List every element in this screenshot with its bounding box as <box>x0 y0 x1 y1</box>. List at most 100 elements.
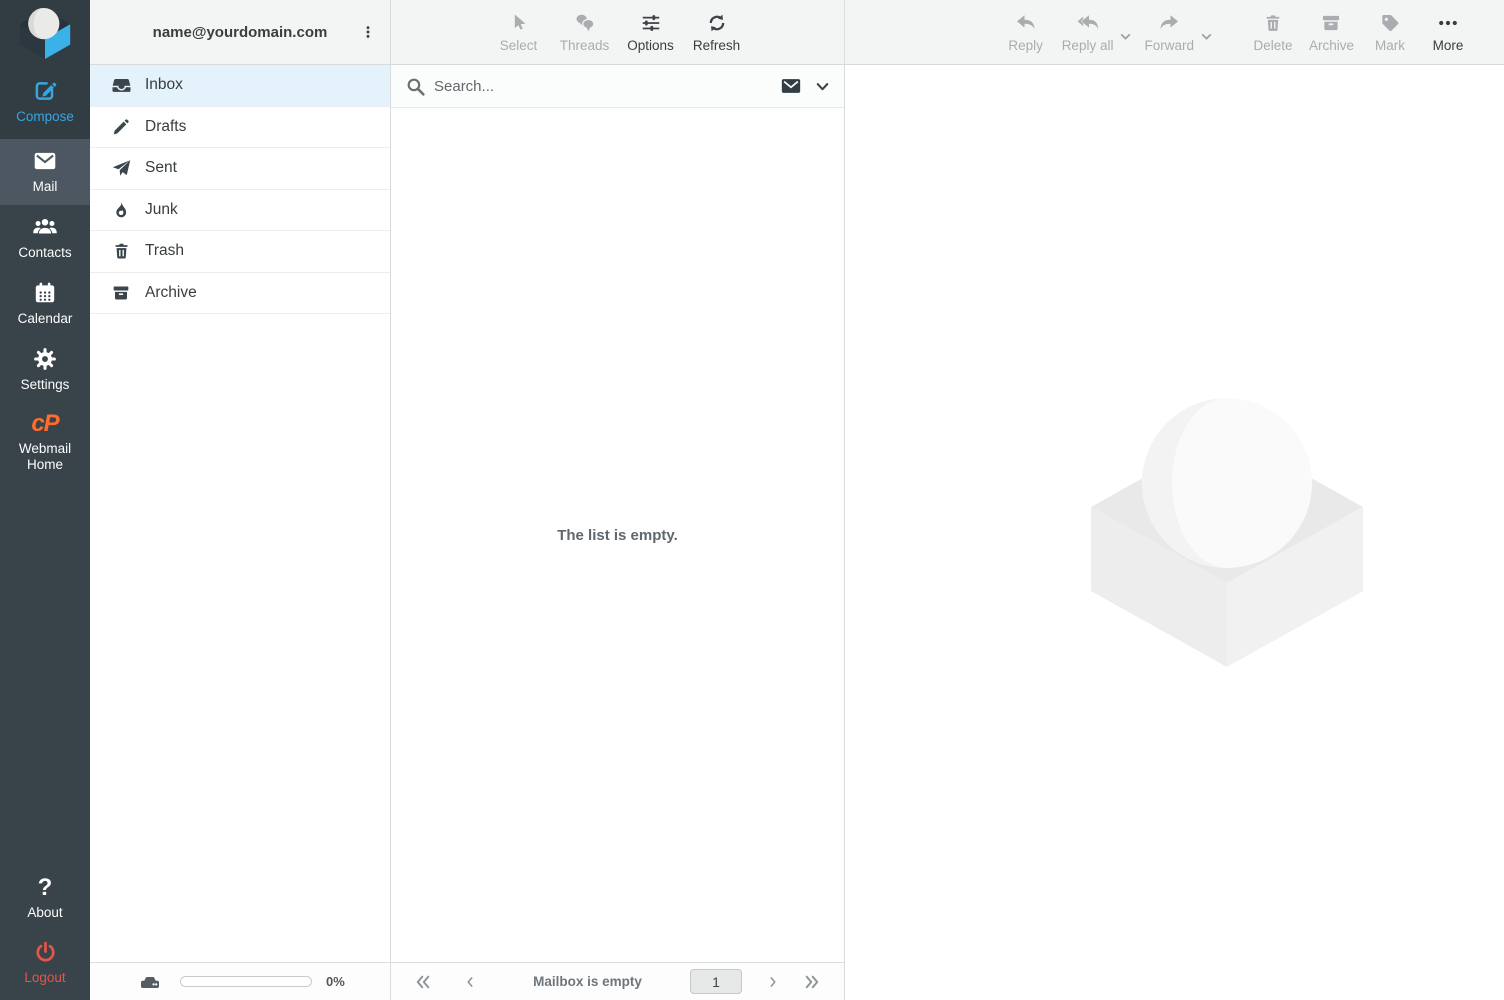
quota-footer: 0% <box>90 962 390 1000</box>
folder-label: Sent <box>145 159 177 177</box>
quota-percent: 0% <box>326 974 345 989</box>
folder-list: Inbox Drafts Sent <box>90 65 390 962</box>
forward-icon <box>1157 10 1181 36</box>
archive-box-icon <box>110 282 132 304</box>
message-toolbar: Reply Reply all <box>845 0 1504 65</box>
sidebar-item-contacts[interactable]: Contacts <box>0 205 90 271</box>
folder-label: Trash <box>145 242 184 260</box>
gear-icon <box>32 346 58 372</box>
reply-all-chevron-down-icon[interactable] <box>1119 30 1132 43</box>
folder-item-trash[interactable]: Trash <box>90 231 390 273</box>
toolbar-button-label: Threads <box>560 38 610 53</box>
toolbar-button-label: Options <box>627 38 674 53</box>
watermark-logo-icon <box>1091 398 1363 668</box>
compose-icon <box>32 78 58 104</box>
toolbar-button-label: Reply <box>1008 38 1043 53</box>
folder-item-drafts[interactable]: Drafts <box>90 107 390 149</box>
options-button[interactable]: Options <box>622 8 680 55</box>
mark-button[interactable]: Mark <box>1364 8 1416 55</box>
folder-item-sent[interactable]: Sent <box>90 148 390 190</box>
folder-item-archive[interactable]: Archive <box>90 273 390 315</box>
taskbar-spacer <box>0 483 90 867</box>
list-toolbar: Select Threads <box>391 0 844 65</box>
folder-label: Archive <box>145 284 197 302</box>
reply-all-icon <box>1075 10 1101 36</box>
pencil-icon <box>110 116 132 138</box>
toolbar-button-label: Delete <box>1253 38 1292 53</box>
account-header: name@yourdomain.com <box>90 0 390 65</box>
forward-button[interactable]: Forward <box>1140 8 1198 55</box>
folder-options-kebab-icon[interactable] <box>354 15 382 49</box>
tag-icon <box>1379 10 1401 36</box>
sidebar-item-label: Contacts <box>18 245 71 261</box>
sidebar-item-label: Mail <box>33 179 58 195</box>
sliders-icon <box>639 10 663 36</box>
chat-bubbles-icon <box>573 10 597 36</box>
toolbar-button-label: Select <box>500 38 538 53</box>
folder-label: Junk <box>145 201 178 219</box>
sidebar-item-mail[interactable]: Mail <box>0 139 90 205</box>
sidebar-item-about[interactable]: ? About <box>0 867 90 931</box>
search-scope-envelope-icon[interactable] <box>779 75 803 97</box>
toolbar-button-label: Archive <box>1309 38 1354 53</box>
archive-button[interactable]: Archive <box>1305 8 1358 55</box>
taskbar-top-section: Compose <box>0 0 90 139</box>
flame-icon <box>110 199 132 221</box>
list-footer: Mailbox is empty 1 <box>391 962 844 1000</box>
more-button[interactable]: More <box>1422 8 1474 55</box>
pager-right: 1 <box>690 969 830 995</box>
contacts-icon <box>32 214 58 240</box>
toolbar-button-label: Mark <box>1375 38 1405 53</box>
toolbar-button-label: Reply all <box>1062 38 1114 53</box>
archive-box-icon <box>1320 10 1342 36</box>
delete-button[interactable]: Delete <box>1247 8 1299 55</box>
reply-all-button[interactable]: Reply all <box>1058 8 1118 55</box>
reply-button[interactable]: Reply <box>1000 8 1052 55</box>
paper-plane-icon <box>110 157 132 179</box>
calendar-icon <box>32 280 58 306</box>
trash-icon <box>1263 10 1283 36</box>
sidebar-item-webmail-home[interactable]: cP Webmail Home <box>0 403 90 483</box>
webmail-app: Compose Mail <box>0 0 1504 1000</box>
sidebar-item-settings[interactable]: Settings <box>0 337 90 403</box>
page-number-button[interactable]: 1 <box>690 969 742 994</box>
search-input[interactable] <box>434 78 779 95</box>
quota-progress-bar <box>180 976 312 987</box>
search-options-chevron-down-icon[interactable] <box>813 77 832 96</box>
sidebar-item-compose[interactable]: Compose <box>0 69 90 135</box>
last-page-button[interactable] <box>794 969 830 995</box>
message-content-body <box>845 65 1504 1000</box>
webmail-logo-icon <box>15 5 75 65</box>
power-icon <box>33 940 58 965</box>
first-page-button[interactable] <box>405 969 441 995</box>
sidebar-item-label: Settings <box>21 377 70 393</box>
webmail-logo[interactable] <box>0 0 90 69</box>
cursor-icon <box>509 10 529 36</box>
sidebar-item-label: Webmail Home <box>10 441 80 473</box>
sidebar-item-logout[interactable]: Logout <box>0 931 90 1000</box>
refresh-button[interactable]: Refresh <box>688 8 746 55</box>
next-page-button[interactable] <box>758 969 788 995</box>
toolbar-button-label: Refresh <box>693 38 740 53</box>
folder-item-junk[interactable]: Junk <box>90 190 390 232</box>
sidebar-item-label: Compose <box>16 109 74 125</box>
reply-icon <box>1014 10 1038 36</box>
sidebar-item-calendar[interactable]: Calendar <box>0 271 90 337</box>
storage-drive-icon <box>138 970 162 994</box>
select-button[interactable]: Select <box>490 8 548 55</box>
forward-chevron-down-icon[interactable] <box>1200 30 1213 43</box>
more-dots-icon <box>1436 10 1460 36</box>
toolbar-button-label: Forward <box>1144 38 1194 53</box>
folder-label: Drafts <box>145 118 186 136</box>
threads-button[interactable]: Threads <box>556 8 614 55</box>
sidebar-item-label: About <box>27 905 62 921</box>
message-content-pane: Reply Reply all <box>845 0 1504 1000</box>
toolbar-button-label: More <box>1433 38 1464 53</box>
question-icon: ? <box>38 876 53 900</box>
refresh-icon <box>706 10 728 36</box>
trash-icon <box>110 240 132 262</box>
folder-item-inbox[interactable]: Inbox <box>90 65 390 107</box>
cpanel-logo-icon: cP <box>31 412 58 436</box>
previous-page-button[interactable] <box>455 969 485 995</box>
message-list-body: The list is empty. <box>391 108 844 962</box>
